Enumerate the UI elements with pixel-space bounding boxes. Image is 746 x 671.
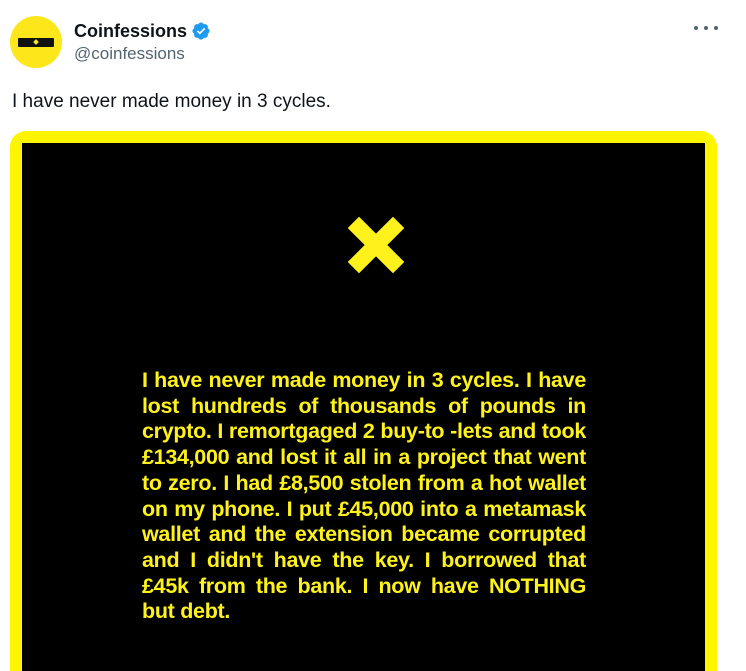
media-black-panel: I have never made money in 3 cycles. I h… [22,143,705,671]
tweet-header: Coinfessions @coinfessions [10,16,211,68]
verified-badge-icon [192,22,210,40]
tweet-media-image[interactable]: I have never made money in 3 cycles. I h… [10,131,717,671]
x-cross-icon [348,217,404,273]
display-name[interactable]: Coinfessions [74,20,187,42]
handle[interactable]: @coinfessions [74,43,211,65]
confession-text: I have never made money in 3 cycles. I h… [142,368,586,624]
author-names: Coinfessions @coinfessions [74,20,211,65]
dot [704,26,708,30]
avatar-logo [18,38,54,47]
display-name-row: Coinfessions [74,20,211,42]
more-options-icon[interactable] [694,18,718,38]
tweet-text: I have never made money in 3 cycles. [12,91,331,112]
tweet: Coinfessions @coinfessions I have never … [0,0,746,671]
dot [694,26,698,30]
avatar[interactable] [10,16,62,68]
dot [714,26,718,30]
